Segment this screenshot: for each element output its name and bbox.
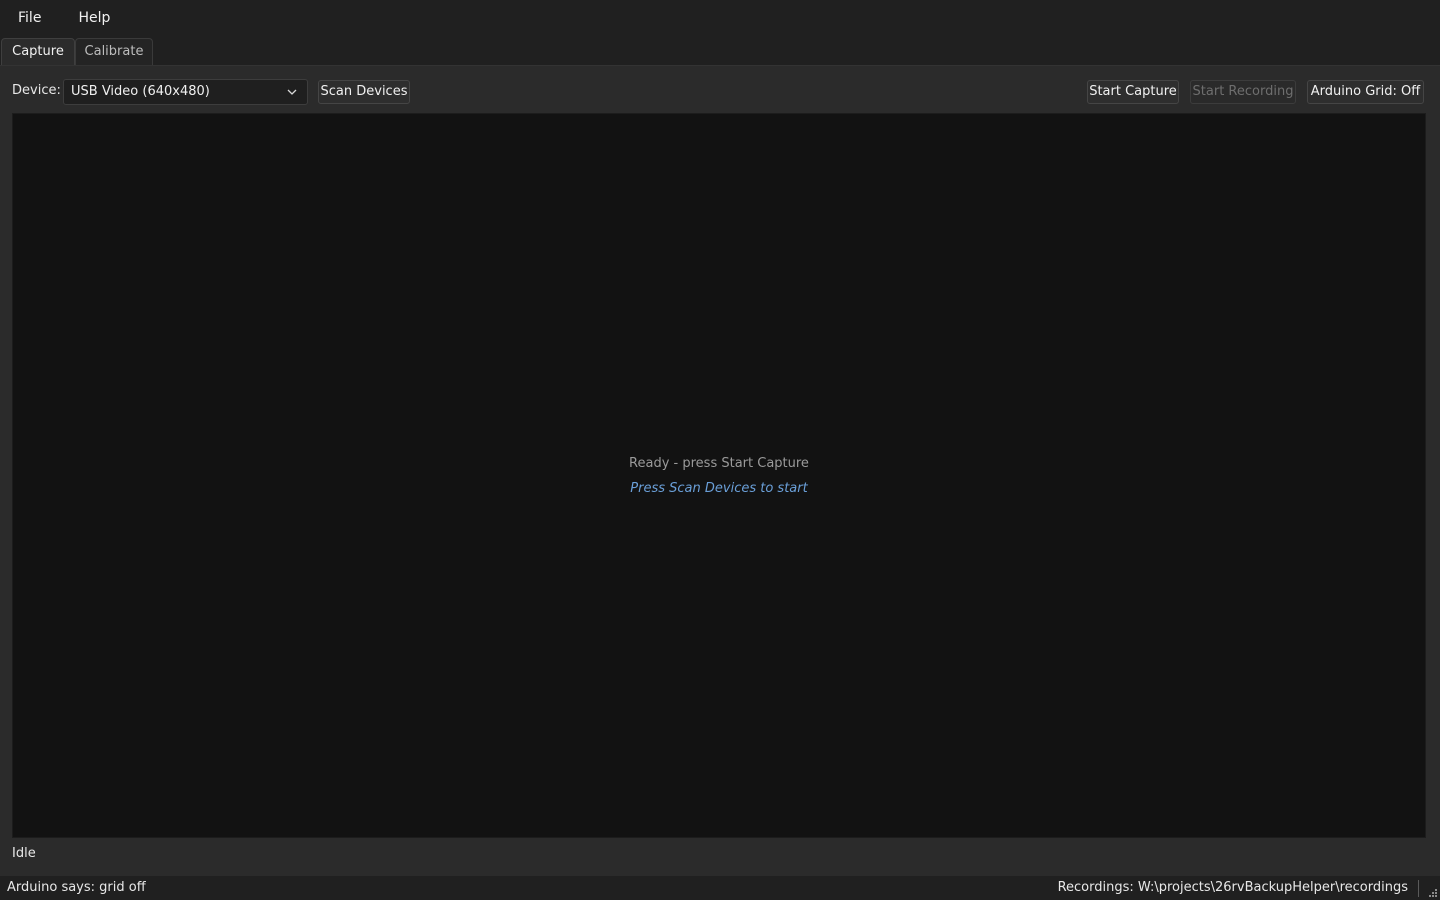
start-capture-button[interactable]: Start Capture <box>1087 80 1179 104</box>
menu-help[interactable]: Help <box>69 4 119 32</box>
device-select-value: USB Video (640x480) <box>71 84 210 99</box>
menu-file[interactable]: File <box>9 4 50 32</box>
capture-panel: Device: USB Video (640x480) Scan Devices… <box>0 65 1440 876</box>
resize-grip-icon[interactable] <box>1428 888 1438 898</box>
tab-bar: Capture Calibrate <box>0 36 1440 65</box>
device-label: Device: <box>12 83 61 98</box>
preview-status-message: Ready - press Start Capture <box>629 456 809 471</box>
tab-capture[interactable]: Capture <box>1 38 75 65</box>
scan-devices-button[interactable]: Scan Devices <box>318 80 410 104</box>
arduino-status-text: Arduino says: grid off <box>7 880 146 895</box>
chevron-down-icon <box>287 89 297 95</box>
capture-status-text: Idle <box>12 846 36 861</box>
menu-bar: File Help <box>0 0 1440 36</box>
device-select[interactable]: USB Video (640x480) <box>63 79 308 105</box>
start-recording-button[interactable]: Start Recording <box>1190 80 1296 104</box>
video-preview: Ready - press Start Capture Press Scan D… <box>12 113 1426 838</box>
status-separator <box>1418 880 1419 897</box>
preview-hint-message: Press Scan Devices to start <box>630 481 808 496</box>
status-bar: Arduino says: grid off Recordings: W:\pr… <box>0 876 1440 900</box>
arduino-grid-toggle-button[interactable]: Arduino Grid: Off <box>1307 80 1424 104</box>
recordings-path-text: Recordings: W:\projects\26rvBackupHelper… <box>1057 880 1408 895</box>
tab-calibrate[interactable]: Calibrate <box>75 38 153 65</box>
